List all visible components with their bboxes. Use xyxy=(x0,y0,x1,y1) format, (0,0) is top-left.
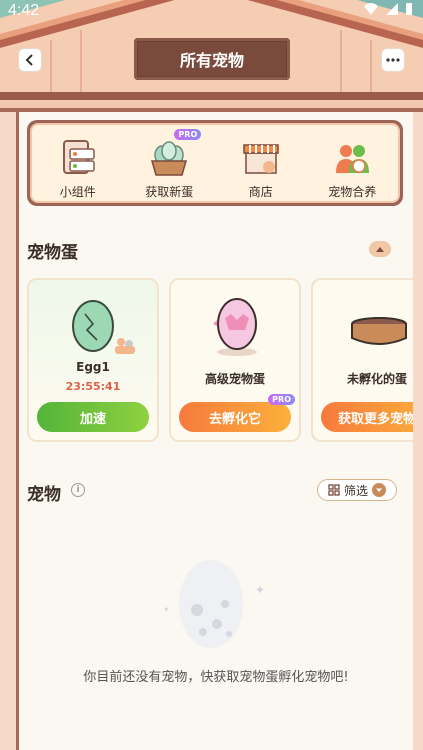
green-egg-icon xyxy=(72,300,114,352)
filter-button[interactable]: 筛选 xyxy=(317,479,397,501)
widget-icon xyxy=(58,139,98,177)
dropdown-icon xyxy=(372,483,386,497)
egg-card-name: 高级宠物蛋 xyxy=(204,372,265,386)
status-icons xyxy=(363,2,413,16)
svg-text:✦: ✦ xyxy=(255,583,265,597)
co-raise-small-icon xyxy=(115,338,135,354)
pro-badge: PRO xyxy=(268,394,295,405)
info-icon[interactable]: i xyxy=(71,483,85,497)
action-widget[interactable]: 小组件 xyxy=(38,139,118,200)
speed-up-button[interactable]: 加速 xyxy=(37,402,149,432)
more-dots-icon xyxy=(386,58,400,62)
hatch-it-button[interactable]: 去孵化它 PRO xyxy=(179,394,295,432)
egg-card-3[interactable]: 未孵化的蛋 获取更多宠物 xyxy=(311,278,413,442)
action-label-pet-co-raise: 宠物合养 xyxy=(328,185,377,199)
grid-icon xyxy=(328,484,340,496)
action-bar-inner: 小组件 PRO 获取新蛋 商店 宠物合养 xyxy=(30,123,400,203)
chevron-up-icon xyxy=(376,247,384,252)
shop-icon xyxy=(241,139,281,177)
status-time: 4:42 xyxy=(8,2,40,19)
premium-egg-icon xyxy=(213,298,257,356)
more-button[interactable] xyxy=(381,48,405,72)
main-content[interactable]: 小组件 PRO 获取新蛋 商店 宠物合养 宠物蛋 Egg1 23:55:41 加… xyxy=(19,112,413,750)
page-title: 所有宠物 xyxy=(134,38,290,80)
collapse-button[interactable] xyxy=(369,241,391,257)
egg-card-name: 未孵化的蛋 xyxy=(346,372,407,386)
egg-card-2[interactable]: 高级宠物蛋 去孵化它 PRO xyxy=(169,278,301,442)
empty-egg-illustration: ✦ ✦ xyxy=(163,560,265,648)
battery-icon xyxy=(406,3,412,15)
action-get-eggs[interactable]: PRO 获取新蛋 xyxy=(129,129,209,200)
filter-label: 筛选 xyxy=(343,483,368,498)
egg-basket-icon: PRO xyxy=(149,129,202,177)
pro-badge: PRO xyxy=(174,129,202,140)
action-pet-co-raise[interactable]: 宠物合养 xyxy=(312,139,392,200)
pets-section-title: 宠物 xyxy=(27,485,61,505)
egg-card-name: Egg1 xyxy=(76,360,110,374)
action-label-widget: 小组件 xyxy=(59,185,96,199)
signal-icon xyxy=(386,3,398,15)
action-label-get-eggs: 获取新蛋 xyxy=(145,185,194,199)
back-button[interactable] xyxy=(18,48,42,72)
pet-co-raise-icon xyxy=(332,139,372,177)
wifi-icon xyxy=(364,3,378,15)
empty-nest-icon xyxy=(351,317,407,345)
chevron-left-icon xyxy=(25,54,33,66)
egg-card-1[interactable]: Egg1 23:55:41 加速 xyxy=(27,278,159,442)
get-more-pets-button[interactable]: 获取更多宠物 xyxy=(321,402,413,432)
action-label-shop: 商店 xyxy=(248,185,273,199)
svg-text:✦: ✦ xyxy=(163,605,170,614)
egg-card-timer: 23:55:41 xyxy=(65,380,121,393)
empty-state-message: 你目前还没有宠物，快获取宠物蛋孵化宠物吧! xyxy=(83,670,349,685)
action-shop[interactable]: 商店 xyxy=(221,139,301,200)
action-bar: 小组件 PRO 获取新蛋 商店 宠物合养 xyxy=(27,120,403,206)
hatch-it-label: 去孵化它 xyxy=(208,411,261,427)
left-frame xyxy=(0,112,19,750)
eggs-section-title: 宠物蛋 xyxy=(27,243,78,263)
